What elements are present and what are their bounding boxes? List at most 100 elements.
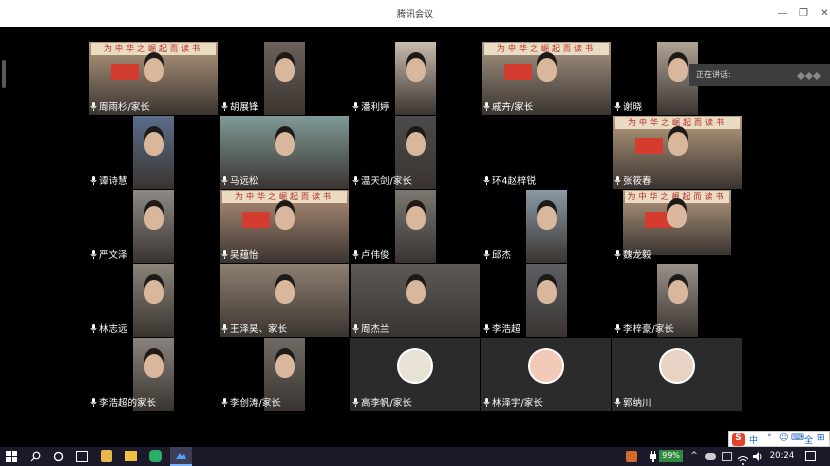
display-icon[interactable]	[722, 452, 732, 461]
participant-tile[interactable]: 为中华之崛起而读书 周雨杉/家长	[88, 42, 218, 115]
mic-icon	[90, 324, 97, 333]
task-switcher-icon[interactable]	[76, 451, 88, 462]
participant-name-label: 李梓豪/家长	[614, 324, 674, 336]
participant-name-label: 温天剑/家长	[352, 176, 412, 188]
slogan-banner: 为中华之崛起而读书	[91, 43, 216, 55]
participant-name-label: 戚卉/家长	[483, 102, 533, 114]
search-icon[interactable]	[30, 451, 41, 462]
tencent-meeting-taskbar-button[interactable]	[170, 447, 192, 466]
participant-name-label: 吴蕴怡	[221, 250, 259, 262]
notification-center-icon[interactable]	[805, 451, 816, 461]
wechat-icon[interactable]	[149, 450, 162, 462]
mic-icon	[614, 250, 621, 259]
participant-tile[interactable]: 李浩超的家长	[88, 338, 218, 411]
participant-tile[interactable]: 为中华之崛起而读书 戚卉/家长	[481, 42, 611, 115]
participant-tile[interactable]: 严文泽	[88, 190, 218, 263]
participant-tile[interactable]: 王泽昊、家长	[219, 264, 349, 337]
participant-tile[interactable]: 郭纳川	[612, 338, 742, 411]
participant-tile[interactable]: 为中华之崛起而读书 魏龙毅	[612, 190, 742, 263]
tray-app-icon[interactable]	[626, 451, 637, 462]
participant-tile[interactable]: 林泽宇/家长	[481, 338, 611, 411]
maximize-button[interactable]: ❐	[792, 0, 815, 27]
participant-name-label: 周雨杉/家长	[90, 102, 150, 114]
poster-decoration	[242, 212, 270, 228]
participant-name-label: 张筱春	[614, 176, 652, 188]
mic-icon	[221, 102, 228, 111]
participant-name: 潘利婷	[361, 102, 390, 113]
participant-name: 戚卉/家长	[492, 102, 534, 113]
video-feed	[264, 42, 305, 115]
mic-icon	[90, 102, 97, 111]
ime-toolbox-icon[interactable]: ⊞	[817, 433, 825, 443]
file-explorer-icon[interactable]	[125, 451, 137, 461]
participant-name-label: 环4赵梓锐	[483, 176, 536, 188]
ime-keyboard-icon[interactable]: ⌨	[791, 433, 804, 443]
mic-icon	[483, 250, 490, 259]
person-silhouette	[144, 354, 164, 378]
task-view-icon[interactable]	[53, 451, 64, 462]
side-panel-handle[interactable]	[2, 60, 6, 88]
participant-name-label: 谭诗慧	[90, 176, 128, 188]
person-silhouette	[275, 58, 295, 82]
store-icon[interactable]	[101, 450, 112, 462]
participant-name-label: 林泽宇/家长	[483, 398, 543, 410]
close-button[interactable]: ✕	[813, 0, 830, 27]
participant-tile[interactable]: 为中华之崛起而读书 张筱春	[612, 116, 742, 189]
mic-icon	[483, 102, 490, 111]
participant-tile[interactable]: 李梓豪/家长	[612, 264, 742, 337]
participant-name-label: 马远松	[221, 176, 259, 188]
participant-tile[interactable]: 为中华之崛起而读书 吴蕴怡	[219, 190, 349, 263]
video-feed: 为中华之崛起而读书	[623, 190, 731, 255]
participant-name-label: 李创涛/家长	[221, 398, 281, 410]
participant-name: 卢伟俊	[361, 250, 390, 261]
battery-indicator[interactable]: 99%	[659, 450, 683, 462]
minimize-button[interactable]: —	[771, 0, 794, 27]
participant-tile[interactable]: 李浩超	[481, 264, 611, 337]
person-silhouette	[275, 206, 295, 230]
ime-mode-button[interactable]: 中	[749, 433, 758, 446]
ime-fullwidth-icon[interactable]: 全	[804, 433, 813, 446]
sogou-logo-icon[interactable]: S	[732, 433, 745, 446]
windows-logo-icon[interactable]	[6, 451, 17, 462]
participant-tile[interactable]: 环4赵梓锐	[481, 116, 611, 189]
power-plug-icon[interactable]	[649, 451, 657, 462]
volume-icon[interactable]	[753, 451, 763, 462]
participant-tile[interactable]: 温天剑/家长	[350, 116, 480, 189]
clock[interactable]: 20:24	[768, 449, 796, 464]
participant-name-label: 卢伟俊	[352, 250, 390, 262]
ime-punct-icon[interactable]: °	[767, 433, 772, 443]
mic-icon	[221, 324, 228, 333]
person-silhouette	[406, 132, 426, 156]
participant-name: 林志远	[99, 324, 128, 335]
mic-icon	[352, 324, 359, 333]
participant-name-label: 王泽昊、家长	[221, 324, 287, 336]
participant-tile[interactable]: 潘利婷	[350, 42, 480, 115]
participant-tile[interactable]: 卢伟俊	[350, 190, 480, 263]
slogan-banner: 为中华之崛起而读书	[625, 191, 729, 203]
wifi-icon[interactable]	[737, 451, 749, 465]
participant-name-label: 林志远	[90, 324, 128, 336]
person-silhouette	[406, 58, 426, 82]
person-silhouette	[275, 280, 295, 304]
onedrive-icon[interactable]	[705, 453, 716, 460]
participant-tile[interactable]: 马远松	[219, 116, 349, 189]
participant-name-label: 李浩超	[483, 324, 521, 336]
participant-name: 谢晓	[623, 102, 643, 113]
person-silhouette	[537, 206, 557, 230]
person-silhouette	[667, 204, 687, 228]
participant-tile[interactable]: 谭诗慧	[88, 116, 218, 189]
tray-expand-icon[interactable]: ^	[689, 449, 699, 464]
mic-icon	[483, 176, 490, 185]
participant-tile[interactable]: 胡展锋	[219, 42, 349, 115]
ime-emoji-icon[interactable]: ☺	[779, 433, 788, 443]
participant-tile[interactable]: 林志远	[88, 264, 218, 337]
participant-tile[interactable]: 李创涛/家长	[219, 338, 349, 411]
participant-tile[interactable]: 邱杰	[481, 190, 611, 263]
speaking-label: 正在讲话:	[696, 70, 731, 79]
participant-tile[interactable]: 周杰兰	[350, 264, 480, 337]
participant-tile[interactable]: 高李帆/家长	[350, 338, 480, 411]
slogan-banner: 为中华之崛起而读书	[222, 191, 347, 203]
mic-icon	[352, 102, 359, 111]
participant-name-label: 郭纳川	[614, 398, 652, 410]
participant-name: 李浩超	[492, 324, 521, 335]
